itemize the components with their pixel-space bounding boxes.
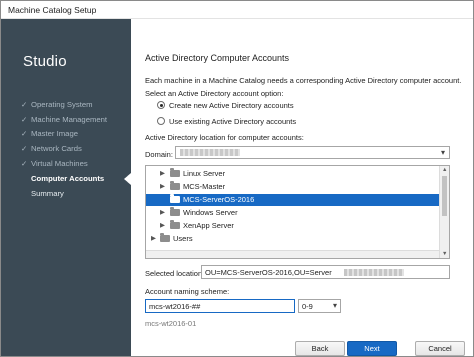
tree-item-label: Linux Server <box>183 169 226 178</box>
naming-pattern-value: 0-9 <box>302 302 313 311</box>
nav-item-master-image[interactable]: ✓ Master Image <box>21 129 129 142</box>
tree-item-label: Users <box>173 234 193 243</box>
naming-scheme-label: Account naming scheme: <box>145 287 230 296</box>
next-button[interactable]: Next <box>347 341 397 356</box>
nav-item-label: Operating System <box>31 100 93 109</box>
nav-item-machine-management[interactable]: ✓ Machine Management <box>21 115 129 128</box>
chevron-down-icon[interactable]: ▾ <box>441 148 445 157</box>
radio-create-new-accounts[interactable]: Create new Active Directory accounts <box>157 101 294 112</box>
tree-item-linux-server[interactable]: ▶ Linux Server <box>146 168 439 180</box>
machine-catalog-setup-window: Machine Catalog Setup Studio ✓ Operating … <box>0 0 474 357</box>
tree-item-mcs-serveros-2016[interactable]: MCS-ServerOS-2016 <box>146 194 439 206</box>
radio-label: Use existing Active Directory accounts <box>169 117 297 126</box>
ou-tree[interactable]: ▶ Linux Server ▶ MCS-Master MCS-ServerOS… <box>145 165 450 259</box>
tree-item-label: XenApp Server <box>183 221 234 230</box>
nav-item-label: Computer Accounts <box>31 174 105 183</box>
domain-value-redacted <box>180 149 240 156</box>
radio-use-existing-accounts[interactable]: Use existing Active Directory accounts <box>157 117 296 128</box>
expand-arrow-icon[interactable]: ▶ <box>151 234 156 242</box>
tree-item-windows-server[interactable]: ▶ Windows Server <box>146 207 439 219</box>
folder-icon <box>160 233 170 242</box>
radio-selected-icon[interactable] <box>157 101 165 109</box>
nav-item-label: Summary <box>31 189 64 198</box>
expand-arrow-icon[interactable]: ▶ <box>160 221 165 229</box>
folder-icon <box>170 220 180 229</box>
tree-item-mcs-master[interactable]: ▶ MCS-Master <box>146 181 439 193</box>
tree-item-label: MCS-ServerOS-2016 <box>183 195 255 204</box>
cancel-button[interactable]: Cancel <box>415 341 465 356</box>
naming-preview: mcs-wt2016-01 <box>145 319 197 328</box>
naming-scheme-value: mcs-wt2016-## <box>149 302 201 311</box>
check-icon: ✓ <box>21 144 28 153</box>
page-title: Active Directory Computer Accounts <box>145 53 290 63</box>
folder-icon <box>170 207 180 216</box>
location-value-redacted <box>344 269 404 276</box>
expand-arrow-icon[interactable]: ▶ <box>160 169 165 177</box>
radio-unselected-icon[interactable] <box>157 117 165 125</box>
naming-pattern-dropdown[interactable]: 0-9 ▾ <box>298 299 341 313</box>
selected-location-label: Selected location: <box>145 269 205 278</box>
nav-item-computer-accounts[interactable]: Computer Accounts <box>21 174 129 187</box>
tree-horizontal-scrollbar[interactable] <box>146 250 439 258</box>
check-icon: ✓ <box>21 100 28 109</box>
naming-scheme-input[interactable]: mcs-wt2016-## <box>145 299 295 313</box>
nav-item-summary[interactable]: Summary <box>21 189 129 202</box>
tree-item-users[interactable]: ▶ Users <box>146 233 439 245</box>
active-step-indicator <box>124 173 131 185</box>
nav-item-label: Machine Management <box>31 115 108 124</box>
tree-item-label: Windows Server <box>183 208 238 217</box>
selected-location-value: OU=MCS-ServerOS-2016,OU=Server <box>205 268 332 277</box>
ad-option-label: Select an Active Directory account optio… <box>145 89 284 98</box>
tree-item-xenapp-server[interactable]: ▶ XenApp Server <box>146 220 439 232</box>
tree-item-label: MCS-Master <box>183 182 226 191</box>
nav-item-operating-system[interactable]: ✓ Operating System <box>21 100 129 113</box>
nav-item-label: Network Cards <box>31 144 82 153</box>
nav-item-virtual-machines[interactable]: ✓ Virtual Machines <box>21 159 129 172</box>
nav-item-network-cards[interactable]: ✓ Network Cards <box>21 144 129 157</box>
folder-icon <box>170 181 180 190</box>
window-title: Machine Catalog Setup <box>8 5 97 15</box>
folder-icon <box>170 168 180 177</box>
folder-icon <box>170 194 180 203</box>
scroll-down-icon[interactable]: ▼ <box>442 251 447 257</box>
studio-title: Studio <box>23 53 67 70</box>
check-icon: ✓ <box>21 129 28 138</box>
check-icon: ✓ <box>21 115 28 124</box>
nav-item-label: Virtual Machines <box>31 159 88 168</box>
radio-label: Create new Active Directory accounts <box>169 101 294 110</box>
nav-item-label: Master Image <box>31 129 78 138</box>
tree-vertical-scrollbar[interactable]: ▲ ▼ <box>439 166 449 258</box>
domain-dropdown[interactable]: ▾ <box>175 146 450 159</box>
ad-location-label: Active Directory location for computer a… <box>145 133 304 142</box>
domain-label: Domain: <box>145 150 173 159</box>
wizard-sidebar: Studio ✓ Operating System ✓ Machine Manage… <box>1 19 131 356</box>
scrollbar-thumb[interactable] <box>442 176 447 216</box>
page-description: Each machine in a Machine Catalog needs … <box>145 76 462 85</box>
check-icon: ✓ <box>21 159 28 168</box>
title-bar: Machine Catalog Setup <box>1 1 473 19</box>
scroll-up-icon[interactable]: ▲ <box>442 167 447 173</box>
expand-arrow-icon[interactable]: ▶ <box>160 208 165 216</box>
selected-location-field: OU=MCS-ServerOS-2016,OU=Server <box>201 265 450 279</box>
chevron-down-icon[interactable]: ▾ <box>333 301 337 310</box>
main-panel: Active Directory Computer Accounts Each … <box>131 19 473 356</box>
back-button[interactable]: Back <box>295 341 345 356</box>
expand-arrow-icon[interactable]: ▶ <box>160 182 165 190</box>
